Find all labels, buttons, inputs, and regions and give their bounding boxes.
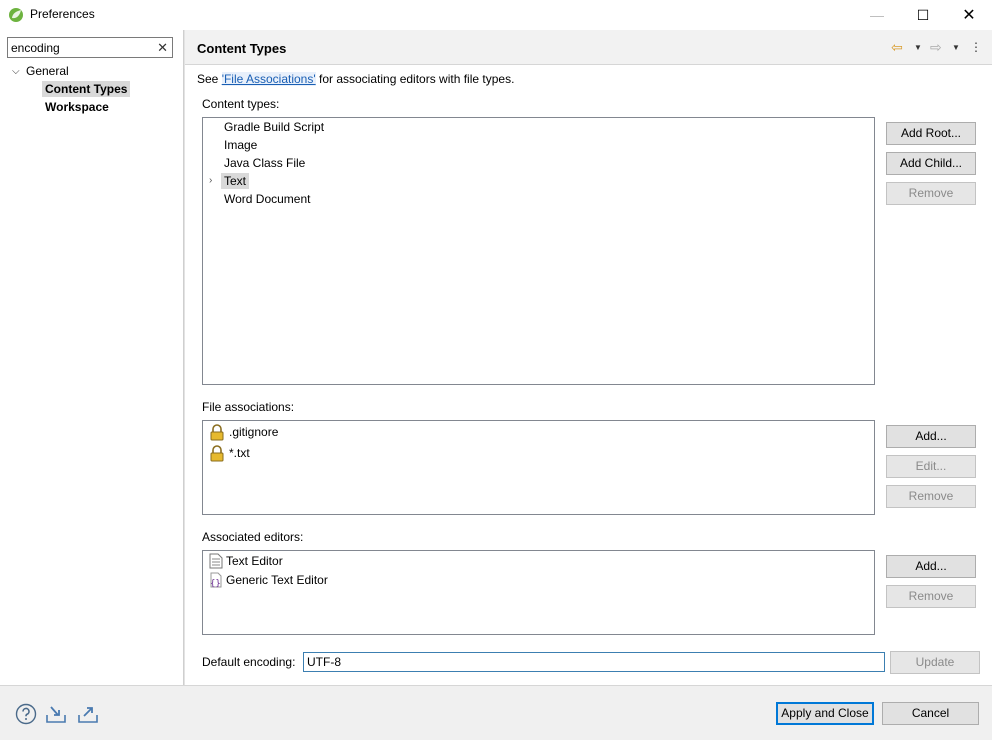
tree-item-general[interactable]: ⌵ General: [12, 64, 69, 78]
content-type-item[interactable]: Java Class File: [221, 155, 308, 171]
back-arrow-icon[interactable]: ⇦: [891, 39, 903, 56]
see-prefix: See: [197, 72, 222, 86]
associated-editors-list[interactable]: Text Editor {} Generic Text Editor: [202, 550, 875, 635]
tree-item-label: General: [26, 64, 69, 78]
add-editor-button[interactable]: Add...: [886, 555, 976, 578]
minimize-button[interactable]: —: [854, 0, 900, 30]
maximize-button[interactable]: ☐: [900, 0, 946, 30]
apply-and-close-button[interactable]: Apply and Close: [776, 702, 874, 725]
default-encoding-label: Default encoding:: [202, 655, 296, 669]
window-title: Preferences: [30, 7, 95, 21]
import-icon[interactable]: [45, 703, 67, 725]
remove-editor-button[interactable]: Remove: [886, 585, 976, 608]
default-encoding-input[interactable]: [303, 652, 885, 672]
help-icon[interactable]: [15, 703, 37, 725]
add-root-button[interactable]: Add Root...: [886, 122, 976, 145]
page-title: Content Types: [197, 41, 287, 56]
file-association-item[interactable]: *.txt: [209, 444, 250, 462]
filter-input[interactable]: [8, 38, 148, 57]
lock-icon: [210, 444, 224, 461]
edit-association-button[interactable]: Edit...: [886, 455, 976, 478]
tree-item-workspace[interactable]: Workspace: [42, 99, 112, 115]
add-association-button[interactable]: Add...: [886, 425, 976, 448]
content-types-tree[interactable]: Gradle Build Script Image Java Class Fil…: [202, 117, 875, 385]
preferences-tree-pane: ✕ ⌵ General Content Types Workspace: [0, 30, 183, 685]
editor-item[interactable]: Text Editor: [209, 552, 283, 570]
dialog-button-bar: Apply and Close Cancel: [0, 685, 992, 740]
associated-editors-label: Associated editors:: [202, 530, 304, 544]
page-header: Content Types ⇦ ▼ ⇨ ▼ ⋮: [185, 30, 992, 65]
content-type-item[interactable]: Word Document: [221, 191, 313, 207]
editor-label: Text Editor: [226, 554, 283, 568]
editor-label: Generic Text Editor: [226, 573, 328, 587]
remove-content-type-button[interactable]: Remove: [886, 182, 976, 205]
chevron-right-icon[interactable]: ›: [209, 175, 212, 186]
app-icon: [9, 8, 23, 22]
content-types-page: Content Types ⇦ ▼ ⇨ ▼ ⋮ See 'File Associ…: [185, 30, 992, 685]
file-association-label: .gitignore: [229, 425, 279, 439]
file-associations-list[interactable]: .gitignore *.txt: [202, 420, 875, 515]
update-button[interactable]: Update: [890, 651, 980, 674]
text-file-icon: [209, 553, 223, 569]
cancel-button[interactable]: Cancel: [882, 702, 979, 725]
see-suffix: for associating editors with file types.: [315, 72, 515, 86]
content-type-item[interactable]: Gradle Build Script: [221, 119, 327, 135]
editor-item[interactable]: {} Generic Text Editor: [209, 571, 328, 589]
view-menu-icon[interactable]: ⋮: [970, 40, 982, 54]
title-bar: Preferences — ☐ ✕: [0, 0, 992, 30]
tree-item-content-types[interactable]: Content Types: [42, 81, 131, 97]
content-type-item-selected[interactable]: Text: [221, 173, 250, 189]
add-child-button[interactable]: Add Child...: [886, 152, 976, 175]
file-associations-link[interactable]: 'File Associations': [221, 72, 316, 86]
lock-icon: [210, 423, 224, 440]
see-file-associations-text: See 'File Associations' for associating …: [197, 72, 514, 86]
close-button[interactable]: ✕: [946, 0, 992, 30]
chevron-down-icon[interactable]: ⌵: [12, 66, 26, 77]
svg-text:{}: {}: [210, 579, 221, 588]
filter-box: ✕: [7, 37, 173, 58]
forward-arrow-icon[interactable]: ⇨: [930, 39, 942, 56]
clear-filter-icon[interactable]: ✕: [157, 40, 168, 56]
file-associations-label: File associations:: [202, 400, 295, 414]
export-icon[interactable]: [77, 703, 99, 725]
content-type-item[interactable]: Image: [221, 137, 260, 153]
back-dropdown-icon[interactable]: ▼: [914, 43, 922, 52]
file-association-item[interactable]: .gitignore: [209, 423, 278, 441]
remove-association-button[interactable]: Remove: [886, 485, 976, 508]
generic-editor-icon: {}: [210, 572, 222, 588]
content-types-label: Content types:: [202, 97, 280, 111]
file-association-label: *.txt: [229, 446, 250, 460]
forward-dropdown-icon[interactable]: ▼: [952, 43, 960, 52]
